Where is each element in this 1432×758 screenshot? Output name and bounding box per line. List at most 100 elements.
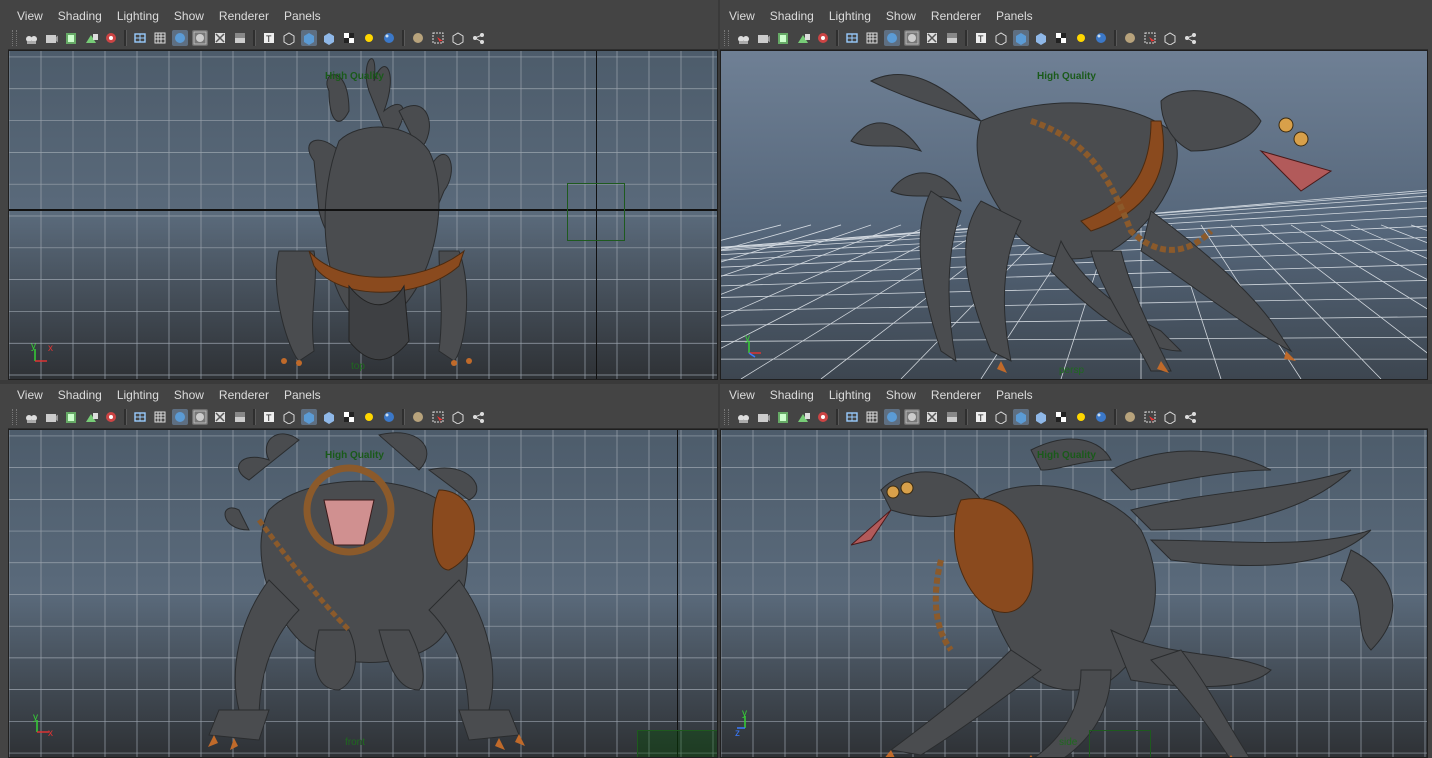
menu-panels[interactable]: Panels — [284, 388, 321, 402]
toolbar-grip[interactable] — [12, 409, 17, 425]
checker-button[interactable] — [321, 409, 337, 425]
xray-joints-button[interactable] — [470, 409, 486, 425]
high-quality-button[interactable] — [1053, 30, 1069, 46]
image-plane-button[interactable] — [83, 30, 99, 46]
shaded-wireframe-button[interactable] — [192, 30, 208, 46]
menu-panels[interactable]: Panels — [996, 9, 1033, 23]
camera-select-button[interactable] — [735, 30, 751, 46]
isolate-select-button[interactable]: T — [261, 409, 277, 425]
two-d-pan-button[interactable] — [103, 30, 119, 46]
viewport-persp[interactable]: High Quality persp y — [720, 50, 1428, 380]
menu-lighting[interactable]: Lighting — [117, 388, 159, 402]
smooth-shade-button[interactable] — [152, 30, 168, 46]
isolate-select-button[interactable]: T — [973, 409, 989, 425]
use-lights-button[interactable] — [281, 30, 297, 46]
default-material-button[interactable] — [884, 409, 900, 425]
ambient-occlusion-button[interactable] — [1073, 30, 1089, 46]
antialias-button[interactable] — [1093, 409, 1109, 425]
xray-joints-button[interactable] — [1182, 409, 1198, 425]
menu-view[interactable]: View — [729, 388, 755, 402]
xray-button[interactable] — [212, 409, 228, 425]
menu-shading[interactable]: Shading — [58, 388, 102, 402]
smooth-shade-button[interactable] — [864, 30, 880, 46]
antialias-button[interactable] — [1093, 30, 1109, 46]
image-plane-button[interactable] — [795, 409, 811, 425]
high-quality-button[interactable] — [341, 409, 357, 425]
select-camera-button[interactable] — [410, 30, 426, 46]
menu-shading[interactable]: Shading — [770, 388, 814, 402]
viewport-side[interactable]: High Quality side y z — [720, 429, 1428, 758]
toolbar-grip[interactable] — [724, 30, 729, 46]
xray-button[interactable] — [924, 30, 940, 46]
bookmark-button[interactable] — [63, 409, 79, 425]
menu-view[interactable]: View — [17, 9, 43, 23]
xray-button[interactable] — [212, 30, 228, 46]
shadows-button[interactable] — [301, 30, 317, 46]
camera-attributes-button[interactable] — [43, 30, 59, 46]
menu-renderer[interactable]: Renderer — [219, 388, 269, 402]
two-d-pan-button[interactable] — [103, 409, 119, 425]
antialias-button[interactable] — [381, 409, 397, 425]
high-quality-button[interactable] — [1053, 409, 1069, 425]
ambient-occlusion-button[interactable] — [1073, 409, 1089, 425]
camera-select-button[interactable] — [23, 30, 39, 46]
shadows-button[interactable] — [1013, 409, 1029, 425]
default-material-button[interactable] — [884, 30, 900, 46]
wireframe-button[interactable] — [132, 30, 148, 46]
menu-panels[interactable]: Panels — [284, 9, 321, 23]
bookmark-button[interactable] — [63, 30, 79, 46]
shaded-wireframe-button[interactable] — [904, 409, 920, 425]
panel-divider-v[interactable] — [718, 0, 720, 758]
default-material-button[interactable] — [172, 30, 188, 46]
use-lights-button[interactable] — [993, 409, 1009, 425]
ambient-occlusion-button[interactable] — [361, 409, 377, 425]
menu-renderer[interactable]: Renderer — [219, 9, 269, 23]
texture-button[interactable] — [232, 30, 248, 46]
checker-button[interactable] — [321, 30, 337, 46]
shaded-wireframe-button[interactable] — [904, 30, 920, 46]
select-camera-button[interactable] — [1122, 30, 1138, 46]
two-d-pan-button[interactable] — [815, 30, 831, 46]
toolbar-grip[interactable] — [724, 409, 729, 425]
shadows-button[interactable] — [1013, 30, 1029, 46]
wireframe-button[interactable] — [844, 409, 860, 425]
camera-attributes-button[interactable] — [43, 409, 59, 425]
menu-lighting[interactable]: Lighting — [117, 9, 159, 23]
resolution-gate-button[interactable] — [450, 30, 466, 46]
use-lights-button[interactable] — [281, 409, 297, 425]
high-quality-button[interactable] — [341, 30, 357, 46]
smooth-shade-button[interactable] — [864, 409, 880, 425]
use-lights-button[interactable] — [993, 30, 1009, 46]
image-plane-button[interactable] — [795, 30, 811, 46]
camera-attributes-button[interactable] — [755, 409, 771, 425]
menu-panels[interactable]: Panels — [996, 388, 1033, 402]
gate-button[interactable] — [1142, 30, 1158, 46]
xray-joints-button[interactable] — [470, 30, 486, 46]
menu-show[interactable]: Show — [174, 388, 204, 402]
shadows-button[interactable] — [301, 409, 317, 425]
checker-button[interactable] — [1033, 30, 1049, 46]
camera-attributes-button[interactable] — [755, 30, 771, 46]
ambient-occlusion-button[interactable] — [361, 30, 377, 46]
gate-button[interactable] — [430, 30, 446, 46]
viewport-front[interactable]: High Quality front y x — [8, 429, 718, 758]
camera-select-button[interactable] — [23, 409, 39, 425]
image-plane-button[interactable] — [83, 409, 99, 425]
menu-renderer[interactable]: Renderer — [931, 388, 981, 402]
select-camera-button[interactable] — [1122, 409, 1138, 425]
menu-shading[interactable]: Shading — [770, 9, 814, 23]
resolution-gate-button[interactable] — [1162, 409, 1178, 425]
menu-view[interactable]: View — [17, 388, 43, 402]
shaded-wireframe-button[interactable] — [192, 409, 208, 425]
smooth-shade-button[interactable] — [152, 409, 168, 425]
default-material-button[interactable] — [172, 409, 188, 425]
isolate-select-button[interactable]: T — [261, 30, 277, 46]
texture-button[interactable] — [944, 409, 960, 425]
menu-shading[interactable]: Shading — [58, 9, 102, 23]
isolate-select-button[interactable]: T — [973, 30, 989, 46]
bookmark-button[interactable] — [775, 30, 791, 46]
menu-show[interactable]: Show — [886, 388, 916, 402]
texture-button[interactable] — [232, 409, 248, 425]
texture-button[interactable] — [944, 30, 960, 46]
gate-button[interactable] — [430, 409, 446, 425]
